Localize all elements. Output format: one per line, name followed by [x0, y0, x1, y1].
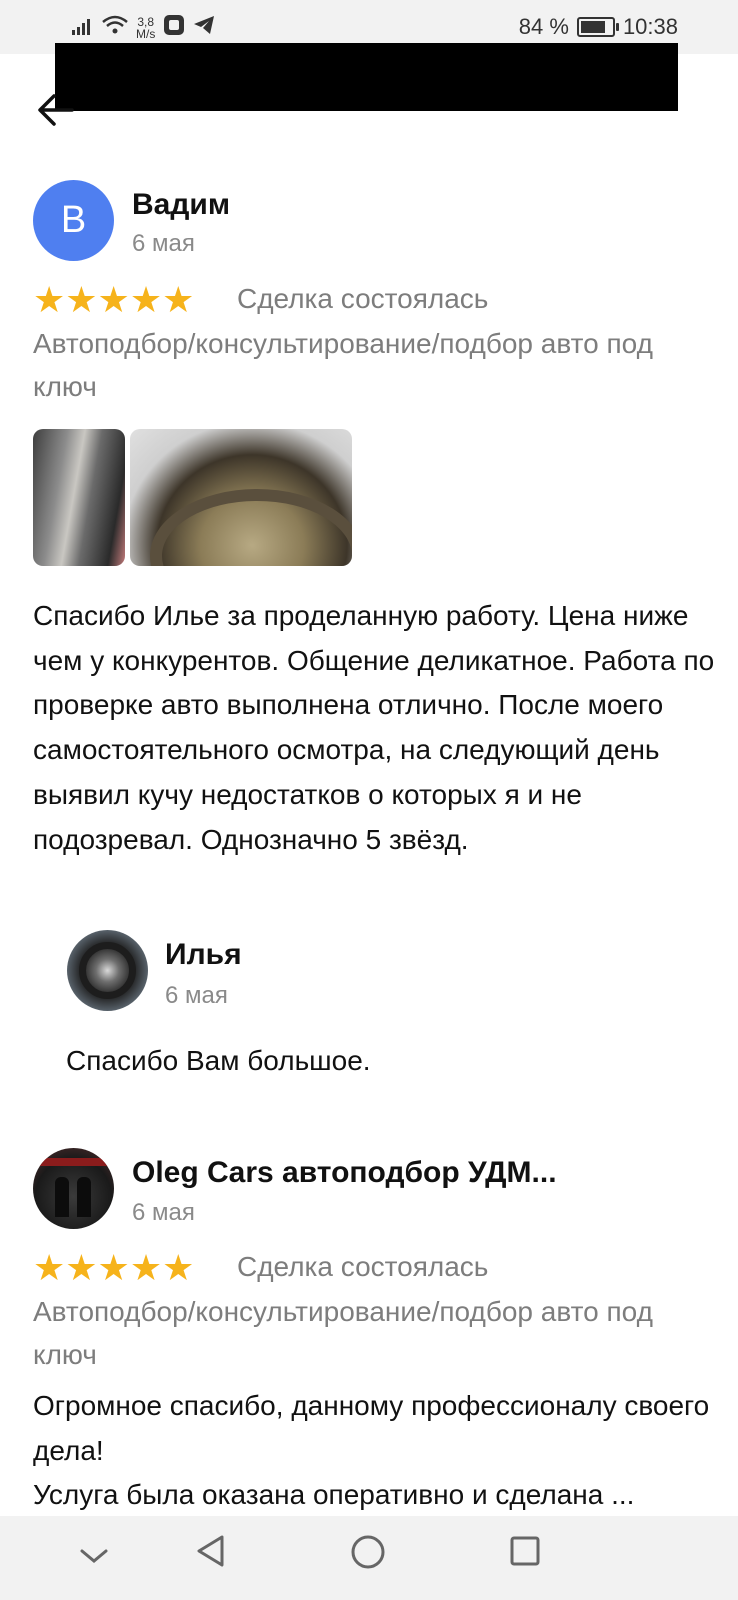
reply-avatar[interactable] [67, 930, 148, 1011]
network-speed: 3,8 M/s [136, 16, 155, 40]
person-figure [77, 1177, 91, 1217]
battery-icon [576, 17, 619, 37]
deal-status: Сделка состоялась [237, 283, 489, 314]
home-circle-icon[interactable] [346, 1534, 390, 1578]
wifi-icon [102, 15, 128, 41]
review-author[interactable]: Oleg Cars автоподбор УДМ... [132, 1156, 557, 1190]
review-text: Огромное спасибо, данному профессионалу … [33, 1384, 723, 1518]
signal-icon [72, 15, 94, 41]
review-text: Спасибо Илье за проделанную работу. Цена… [33, 600, 715, 855]
review-author[interactable]: Вадим [132, 188, 230, 222]
avatar-letter: В [60, 199, 87, 241]
review-text-line: Огромное спасибо, данному профессионалу … [33, 1390, 710, 1466]
battery-fill [580, 21, 606, 33]
photo-detail [150, 489, 352, 566]
review-text-line: Услуга была оказана оперативно и сделана… [33, 1479, 635, 1511]
status-right: 84 % 10:38 [519, 14, 678, 40]
reply-date: 6 мая [165, 982, 228, 1009]
battery-percent: 84 % [518, 14, 569, 39]
clock: 10:38 [622, 14, 678, 39]
review-photo-1[interactable] [33, 429, 125, 566]
review-date: 6 мая [132, 230, 195, 257]
avatar[interactable]: В [33, 180, 114, 261]
redacted-title [55, 43, 678, 111]
rating-stars: ★★★★★ [33, 1247, 195, 1288]
status-left: 3,8 M/s [72, 14, 215, 42]
system-nav-bar [0, 1516, 738, 1600]
back-triangle-icon[interactable] [189, 1534, 233, 1578]
chevron-down-icon[interactable] [72, 1534, 116, 1578]
banner-image [33, 1158, 114, 1166]
reply-text: Спасибо Вам большое. [66, 1045, 371, 1076]
person-figure [55, 1177, 69, 1217]
app-icon [163, 14, 185, 42]
back-button[interactable] [36, 90, 80, 134]
review-category: Автоподбор/консультирование/подбор авто … [33, 1296, 653, 1370]
review-date: 6 мая [132, 1199, 195, 1226]
speed-unit: M/s [136, 27, 156, 41]
telegram-icon [193, 15, 215, 41]
recents-square-icon[interactable] [503, 1534, 547, 1578]
deal-status: Сделка состоялась [237, 1251, 489, 1282]
arrow-left-icon [38, 94, 74, 126]
review-category: Автоподбор/консультирование/подбор авто … [33, 328, 653, 402]
avatar[interactable] [33, 1148, 114, 1229]
review-photo-2[interactable] [130, 429, 352, 566]
rating-stars: ★★★★★ [33, 279, 195, 320]
steering-wheel-image [79, 942, 136, 999]
reply-author[interactable]: Илья [165, 938, 242, 972]
